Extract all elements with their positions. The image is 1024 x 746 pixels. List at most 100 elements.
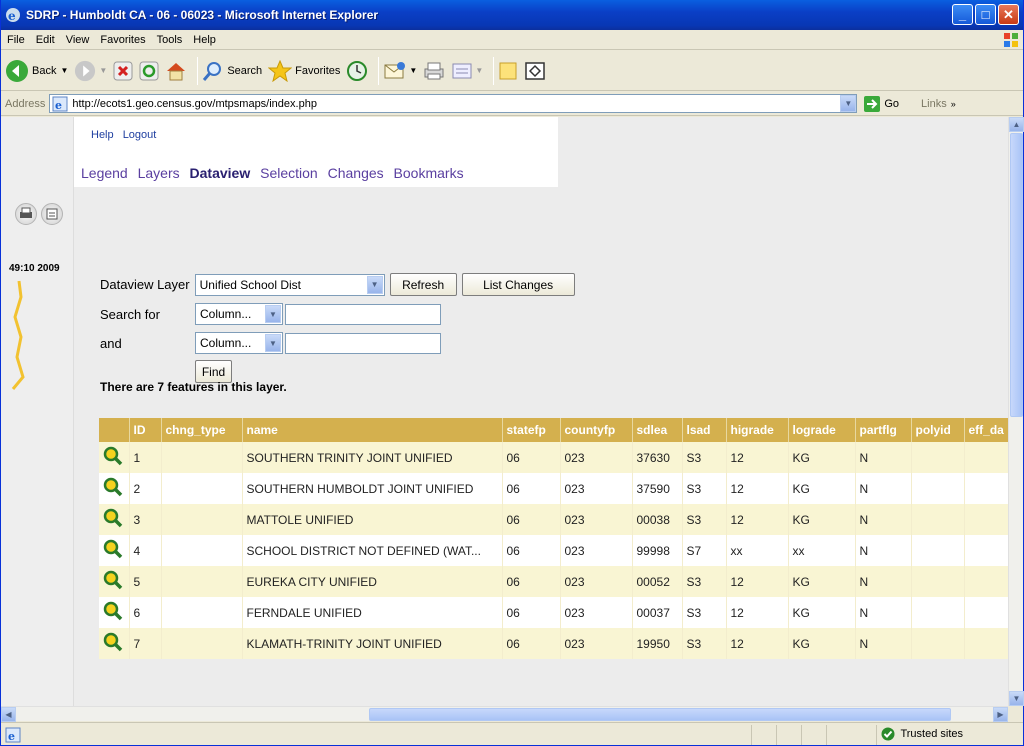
list-changes-button[interactable]: List Changes bbox=[461, 273, 575, 296]
cell-eff-da bbox=[963, 566, 1008, 597]
search-icon bbox=[203, 61, 222, 81]
logout-link[interactable]: Logout bbox=[123, 129, 157, 141]
menu-help[interactable]: Help bbox=[193, 34, 216, 46]
menu-view[interactable]: View bbox=[66, 34, 90, 46]
stop-button[interactable] bbox=[113, 61, 133, 81]
column-header[interactable]: sdlea bbox=[631, 418, 682, 442]
menu-file[interactable]: File bbox=[7, 34, 25, 46]
column-header[interactable]: countyfp bbox=[559, 418, 632, 442]
cell-countyfp: 023 bbox=[559, 597, 632, 628]
export-map-icon[interactable] bbox=[41, 203, 63, 225]
search-column-select[interactable]: Column... ▼ bbox=[195, 303, 283, 325]
layer-select[interactable]: Unified School Dist ▼ bbox=[194, 273, 385, 296]
vertical-scroll-thumb[interactable] bbox=[1010, 133, 1023, 417]
and-value-input[interactable] bbox=[285, 332, 441, 354]
horizontal-scrollbar[interactable]: ◀ ▶ bbox=[1, 706, 1008, 722]
print-map-icon[interactable] bbox=[15, 203, 37, 225]
refresh-button[interactable]: Refresh bbox=[389, 273, 457, 296]
column-header[interactable]: partflg bbox=[854, 418, 911, 442]
edit-page-icon bbox=[452, 63, 472, 78]
home-button[interactable] bbox=[165, 61, 187, 81]
scroll-down-button[interactable]: ▼ bbox=[1009, 691, 1024, 706]
cell-higrade: 12 bbox=[725, 442, 788, 473]
vertical-scrollbar[interactable]: ▲ ▼ bbox=[1008, 117, 1024, 706]
history-button[interactable] bbox=[346, 60, 368, 82]
menu-tools[interactable]: Tools bbox=[157, 34, 183, 46]
cell-polyid bbox=[910, 473, 964, 504]
zoom-magnifier-icon[interactable] bbox=[103, 632, 123, 655]
zoom-magnifier-icon[interactable] bbox=[103, 446, 123, 469]
print-button[interactable] bbox=[423, 61, 445, 81]
address-dropdown-button[interactable]: ▼ bbox=[840, 95, 857, 112]
scroll-up-button[interactable]: ▲ bbox=[1009, 117, 1024, 132]
and-column-select[interactable]: Column... ▼ bbox=[195, 332, 283, 354]
column-header[interactable]: polyid bbox=[910, 418, 964, 442]
zoom-to-feature-cell bbox=[99, 473, 129, 504]
zoom-magnifier-icon[interactable] bbox=[103, 539, 123, 562]
close-button[interactable]: ✕ bbox=[998, 4, 1019, 25]
links-chevron-icon[interactable]: » bbox=[951, 99, 956, 109]
cell-lsad: S3 bbox=[681, 566, 726, 597]
security-zone[interactable]: Trusted sites bbox=[881, 727, 963, 741]
cell-id: 6 bbox=[128, 597, 161, 628]
scroll-left-button[interactable]: ◀ bbox=[1, 707, 16, 722]
search-value-input[interactable] bbox=[285, 303, 441, 325]
help-link[interactable]: Help bbox=[91, 129, 114, 141]
zoom-magnifier-icon[interactable] bbox=[103, 570, 123, 593]
tab-dataview[interactable]: Dataview bbox=[190, 165, 251, 181]
forward-button[interactable]: ▼ bbox=[74, 60, 107, 82]
tab-layers[interactable]: Layers bbox=[138, 165, 180, 181]
column-header[interactable]: statefp bbox=[501, 418, 560, 442]
back-button[interactable]: Back ▼ bbox=[5, 59, 68, 83]
column-header[interactable]: lsad bbox=[681, 418, 726, 442]
cell-eff-da bbox=[963, 504, 1008, 535]
cell-partflg: N bbox=[854, 566, 911, 597]
menu-favorites[interactable]: Favorites bbox=[100, 34, 145, 46]
column-header[interactable]: higrade bbox=[725, 418, 788, 442]
scroll-right-button[interactable]: ▶ bbox=[993, 707, 1008, 722]
links-toolbar[interactable]: Links bbox=[921, 98, 947, 110]
go-button[interactable]: Go bbox=[863, 95, 899, 113]
refresh-page-button[interactable] bbox=[139, 61, 159, 81]
zoom-magnifier-icon[interactable] bbox=[103, 601, 123, 624]
column-header[interactable]: eff_da bbox=[963, 418, 1008, 442]
cell-countyfp: 023 bbox=[559, 473, 632, 504]
zoom-to-feature-cell bbox=[99, 566, 129, 597]
tab-legend[interactable]: Legend bbox=[81, 165, 128, 181]
tab-selection[interactable]: Selection bbox=[260, 165, 318, 181]
notes-button[interactable] bbox=[498, 61, 518, 81]
tab-changes[interactable]: Changes bbox=[328, 165, 384, 181]
cell-chng-type bbox=[160, 535, 242, 566]
cell-sdlea: 00052 bbox=[631, 566, 682, 597]
status-cell bbox=[801, 724, 802, 745]
favorites-label: Favorites bbox=[295, 64, 341, 77]
cell-id: 4 bbox=[128, 535, 161, 566]
cell-countyfp: 023 bbox=[559, 535, 632, 566]
page-status-icon: e bbox=[5, 727, 21, 743]
forward-arrow-icon bbox=[75, 60, 96, 81]
toolbar-separator bbox=[493, 56, 495, 85]
column-header[interactable]: ID bbox=[128, 418, 161, 442]
svg-text:e: e bbox=[55, 99, 62, 112]
search-button[interactable]: Search bbox=[202, 60, 262, 82]
menu-edit[interactable]: Edit bbox=[36, 34, 55, 46]
column-header[interactable]: name bbox=[241, 418, 502, 442]
cell-eff-da bbox=[963, 473, 1008, 504]
minimize-button[interactable]: _ bbox=[952, 4, 973, 25]
zoom-magnifier-icon[interactable] bbox=[103, 508, 123, 531]
favorites-button[interactable]: Favorites bbox=[268, 59, 341, 82]
edit-button[interactable]: ▼ bbox=[451, 61, 483, 81]
maximize-button[interactable]: □ bbox=[975, 4, 996, 25]
cell-statefp: 06 bbox=[501, 504, 560, 535]
horizontal-scroll-thumb[interactable] bbox=[369, 708, 951, 721]
cell-id: 3 bbox=[128, 504, 161, 535]
zoom-magnifier-icon[interactable] bbox=[103, 477, 123, 500]
back-label: Back bbox=[32, 64, 57, 77]
column-header[interactable]: lograde bbox=[787, 418, 855, 442]
messenger-button[interactable] bbox=[524, 61, 546, 81]
cell-name: FERNDALE UNIFIED bbox=[241, 597, 502, 628]
column-header[interactable]: chng_type bbox=[160, 418, 242, 442]
mail-button[interactable]: ▼ bbox=[383, 61, 417, 81]
tab-bookmarks[interactable]: Bookmarks bbox=[394, 165, 464, 181]
address-input[interactable]: e http://ecots1.geo.census.gov/mtpsmaps/… bbox=[49, 94, 858, 113]
